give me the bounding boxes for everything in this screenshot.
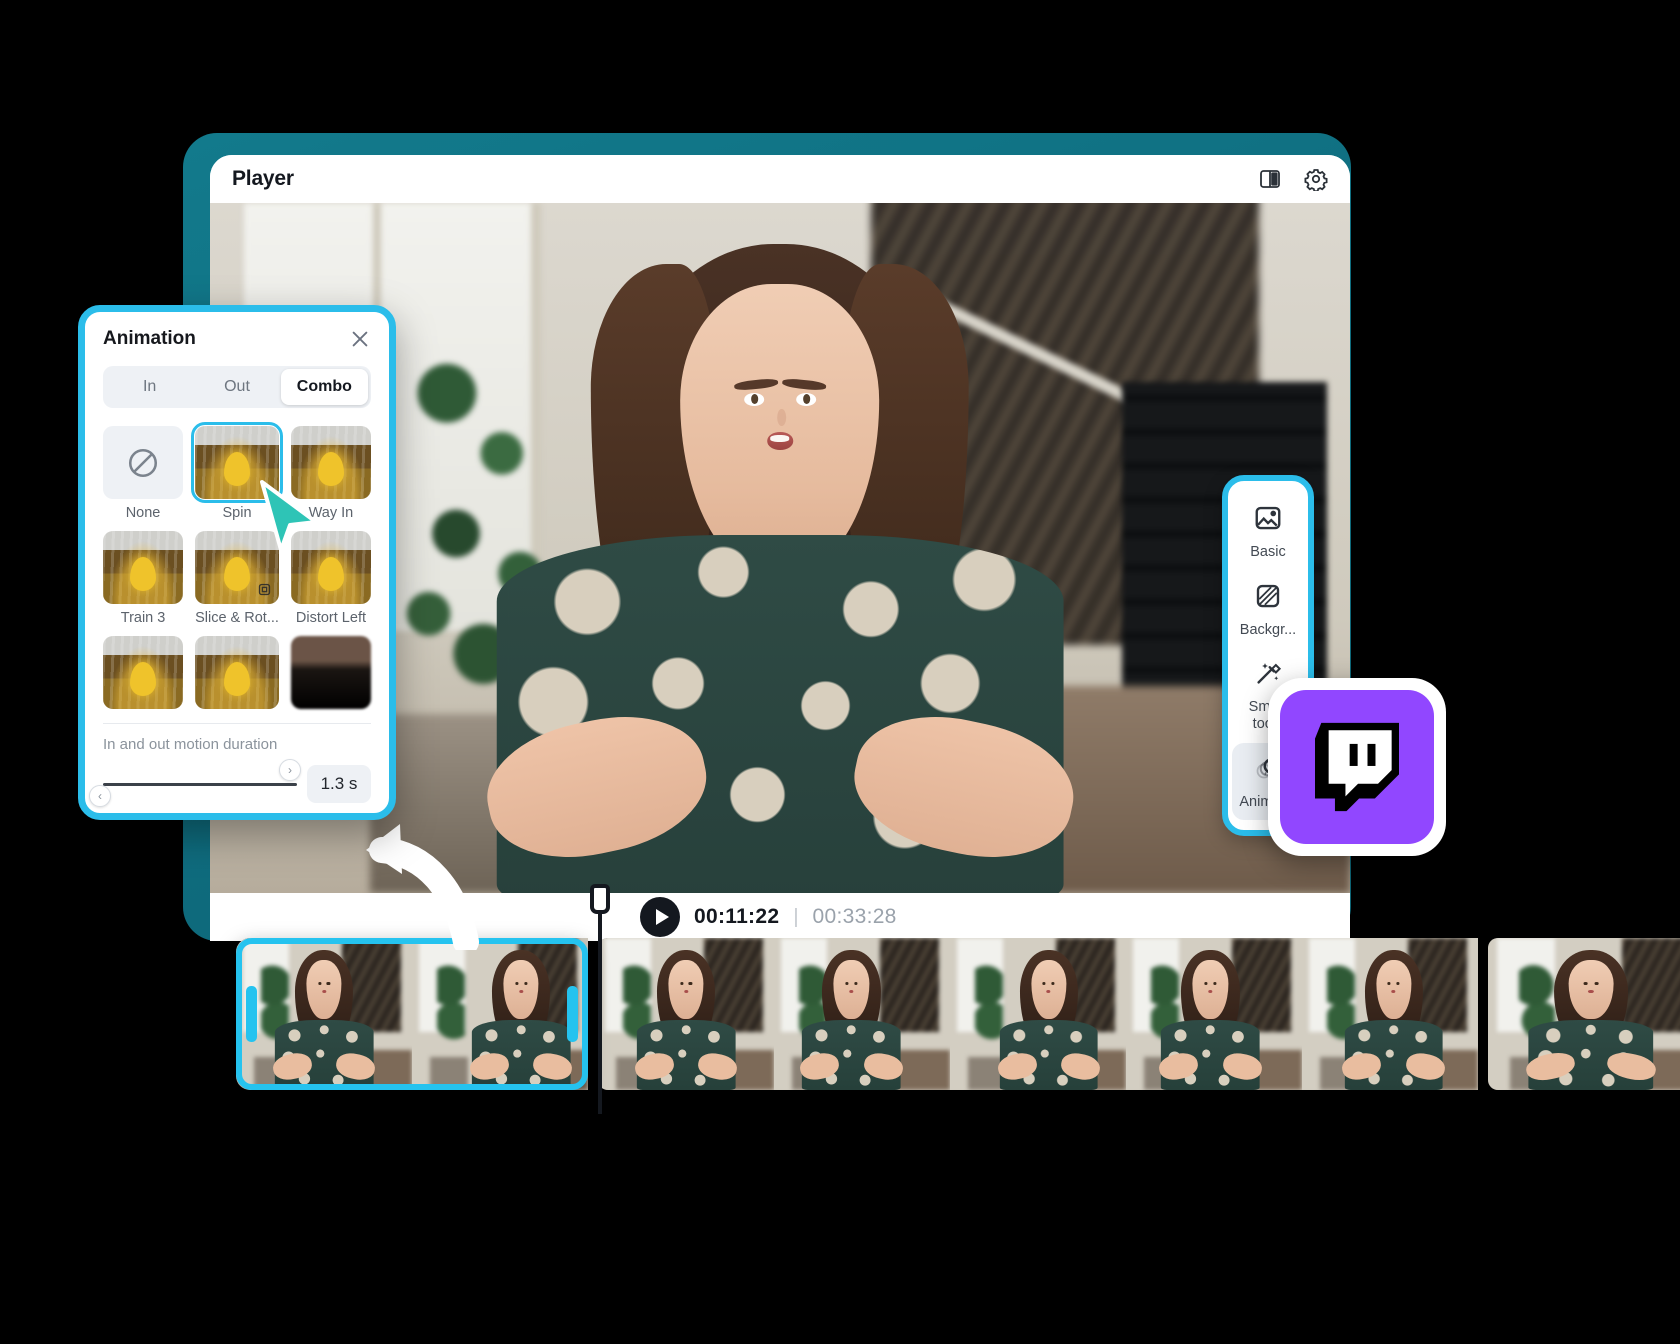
- preset-none[interactable]: None: [103, 426, 184, 521]
- settings-gear-icon[interactable]: [1304, 167, 1328, 191]
- tab-combo[interactable]: Combo: [280, 369, 368, 405]
- twitch-badge[interactable]: [1268, 678, 1446, 856]
- duration-label: In and out motion duration: [103, 736, 278, 753]
- animation-tabs: In Out Combo: [103, 366, 371, 408]
- duration-controls: ‹ › 1.3 s: [89, 759, 371, 807]
- tab-in[interactable]: In: [106, 369, 193, 405]
- preset-label: Distort Left: [295, 610, 366, 626]
- close-icon[interactable]: [349, 328, 371, 350]
- trim-handle-right[interactable]: [567, 986, 578, 1042]
- rotate-badge-icon: [256, 581, 273, 598]
- player-header: Player: [210, 155, 1350, 203]
- presenter-brow-right: [781, 377, 827, 392]
- sidebar-item-label: Basic: [1250, 544, 1286, 560]
- preset-label: None: [125, 505, 161, 521]
- presenter-eye-left: [744, 392, 765, 406]
- duration-value[interactable]: 1.3 s: [307, 765, 371, 803]
- animation-panel-header: Animation: [103, 328, 371, 350]
- scene-presenter: [474, 231, 1086, 893]
- time-separator: |: [793, 905, 799, 928]
- preset-label: Slice & Rot...: [195, 610, 279, 626]
- preset-thumbnail: [195, 636, 279, 709]
- tab-out[interactable]: Out: [193, 369, 280, 405]
- split-view-icon[interactable]: [1258, 167, 1282, 191]
- timeline-playhead[interactable]: [590, 884, 610, 1114]
- twitch-logo-icon: [1315, 722, 1399, 812]
- increase-duration-button[interactable]: ›: [279, 759, 301, 781]
- page-title: Player: [232, 167, 294, 190]
- preset-thumbnail: [103, 531, 184, 604]
- playhead-handle[interactable]: [590, 884, 610, 914]
- trim-handle-left[interactable]: [246, 986, 257, 1042]
- selected-timeline-clip[interactable]: [236, 938, 588, 1090]
- timeline-frame[interactable]: [598, 938, 774, 1090]
- no-animation-icon: [103, 426, 184, 499]
- presenter-eye-right: [795, 392, 816, 406]
- preset-extra-2[interactable]: [195, 636, 279, 709]
- image-icon: [1253, 503, 1283, 538]
- preset-thumbnail: [290, 636, 371, 709]
- background-icon: [1253, 581, 1283, 616]
- animation-panel: Animation In Out Combo None Spin Way In: [78, 305, 396, 820]
- animation-presets-grid: None Spin Way In Train 3 Slice & Rot...: [103, 422, 371, 709]
- twitch-logo-tile: [1280, 690, 1434, 844]
- header-actions: [1258, 167, 1328, 191]
- play-icon: [655, 909, 669, 925]
- animation-panel-title: Animation: [103, 328, 196, 349]
- presenter-brow-left: [733, 377, 779, 392]
- slider-track: [103, 782, 297, 786]
- mouse-cursor-icon: [260, 480, 318, 552]
- preset-extra-1[interactable]: [103, 636, 184, 709]
- preset-thumbnail: [103, 636, 184, 709]
- timeline-gap: [1478, 938, 1488, 1090]
- duration-slider[interactable]: ‹ ›: [89, 759, 301, 807]
- decrease-duration-button[interactable]: ‹: [89, 785, 111, 807]
- timeline-frame[interactable]: [1302, 938, 1478, 1090]
- preset-train-3[interactable]: Train 3: [103, 531, 184, 626]
- current-time: 00:11:22: [694, 905, 780, 928]
- play-button[interactable]: [640, 897, 680, 937]
- presenter-nose: [777, 408, 786, 427]
- playhead-line: [598, 914, 602, 1114]
- sidebar-item-label: Backgr...: [1239, 621, 1297, 638]
- timeline-frame[interactable]: [1488, 938, 1680, 1090]
- timeline-frame[interactable]: [774, 938, 950, 1090]
- duration-section: In and out motion duration ‹ › 1.3 s: [89, 723, 371, 807]
- callout-arrow-icon: [366, 824, 479, 950]
- total-time: 00:33:28: [812, 905, 897, 928]
- sidebar-item-basic[interactable]: Basic: [1232, 493, 1304, 571]
- timeline-frame[interactable]: [1126, 938, 1302, 1090]
- presenter-mouth: [767, 432, 793, 450]
- timeline-frame[interactable]: [950, 938, 1126, 1090]
- preset-extra-3[interactable]: [290, 636, 371, 709]
- sidebar-item-background[interactable]: Backgr...: [1232, 571, 1304, 649]
- preset-label: Train 3: [120, 610, 166, 626]
